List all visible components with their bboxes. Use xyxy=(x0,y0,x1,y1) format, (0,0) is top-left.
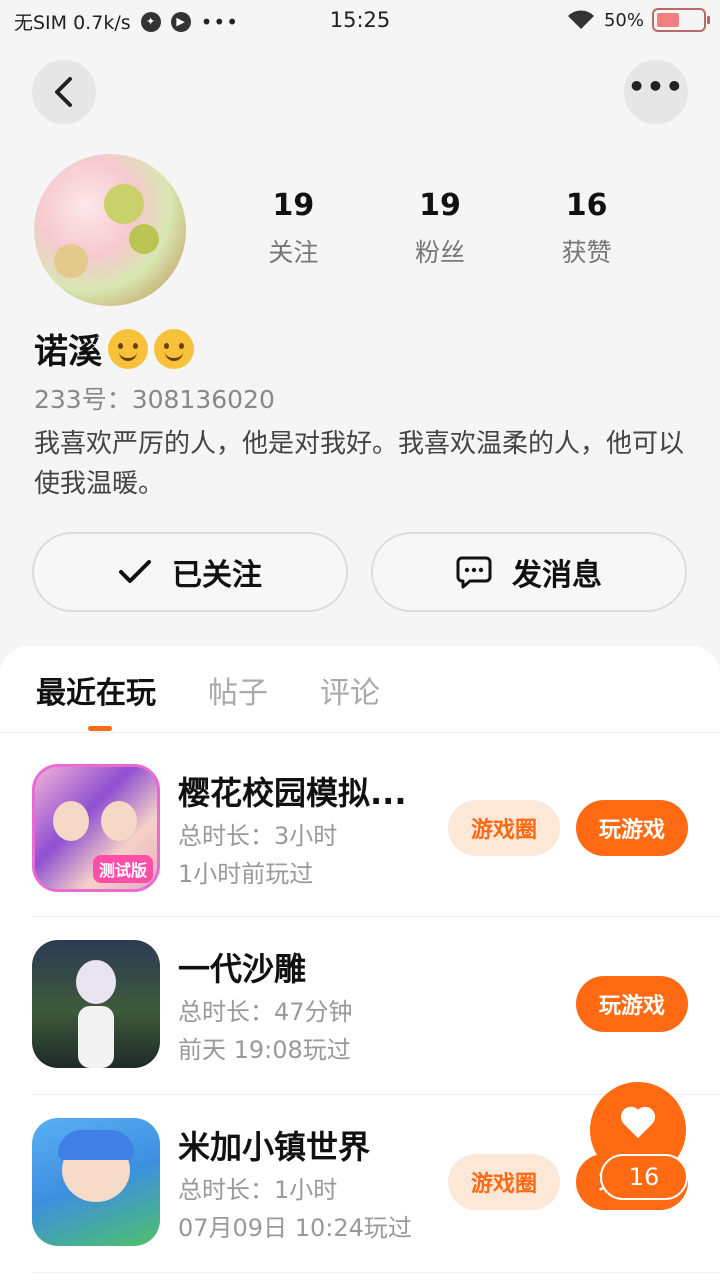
followers-label: 粉丝 xyxy=(415,238,466,267)
user-id: 233号：308136020 xyxy=(34,385,275,414)
icon-character xyxy=(101,801,137,841)
stat-likes[interactable]: 16 获赞 xyxy=(513,188,660,269)
icon-character-body xyxy=(78,1006,114,1068)
profile-stats: 19 关注 19 粉丝 16 获赞 xyxy=(220,188,660,269)
following-button[interactable]: 已关注 xyxy=(32,532,348,612)
battery-fill xyxy=(657,13,679,27)
game-title: 米加小镇世界 xyxy=(178,1128,371,1166)
message-button-label: 发消息 xyxy=(512,558,602,593)
tab-recently-played[interactable]: 最近在玩 xyxy=(36,668,156,716)
likes-label: 获赞 xyxy=(561,238,612,267)
tab-posts[interactable]: 帖子 xyxy=(208,668,268,716)
game-row[interactable]: 测试版 樱花校园模拟... 总时长：3小时 1小时前玩过 游戏圈 玩游戏 xyxy=(32,764,720,940)
icon-character-hair xyxy=(58,1130,134,1160)
game-last-played: 07月09日 10:24玩过 xyxy=(178,1214,412,1242)
avatar-decoration xyxy=(104,184,144,224)
game-last-played: 1小时前玩过 xyxy=(178,860,314,888)
active-tab-indicator xyxy=(88,726,112,731)
status-right: 50% xyxy=(566,8,710,32)
more-dots-icon: ••• xyxy=(627,70,685,103)
likes-count: 16 xyxy=(565,188,608,223)
chevron-left-icon xyxy=(55,77,72,107)
icon-character xyxy=(76,960,116,1004)
smiley-emoji-icon xyxy=(108,328,148,369)
play-game-button[interactable]: 玩游戏 xyxy=(576,976,688,1032)
followers-count: 19 xyxy=(419,188,461,223)
nickname: 诺溪 xyxy=(34,324,194,373)
following-count: 19 xyxy=(272,188,315,223)
back-button[interactable] xyxy=(32,60,96,124)
wifi-icon xyxy=(567,10,594,29)
following-button-label: 已关注 xyxy=(172,558,262,593)
stat-following[interactable]: 19 关注 xyxy=(220,188,367,269)
game-duration: 总时长：1小时 xyxy=(178,1176,338,1204)
game-icon[interactable]: 测试版 xyxy=(32,764,160,892)
chat-bubble-icon xyxy=(456,556,492,589)
game-icon[interactable] xyxy=(32,940,160,1068)
following-label: 关注 xyxy=(268,238,319,267)
avatar[interactable] xyxy=(34,154,186,306)
status-bar: 无SIM 0.7k/s ✦ ▶ ••• 15:25 50% xyxy=(0,0,720,44)
tab-comments[interactable]: 评论 xyxy=(320,668,380,716)
avatar-decoration xyxy=(54,244,88,278)
stat-followers[interactable]: 19 粉丝 xyxy=(367,188,514,269)
heart-icon xyxy=(620,1108,656,1140)
game-last-played: 前天 19:08玩过 xyxy=(178,1036,351,1064)
icon-character xyxy=(53,801,89,841)
smiling-eyes-emoji-icon xyxy=(154,328,194,369)
game-title: 樱花校园模拟... xyxy=(178,774,407,812)
row-divider xyxy=(32,916,720,917)
play-game-button[interactable]: 玩游戏 xyxy=(576,800,688,856)
game-circle-button[interactable]: 游戏圈 xyxy=(448,1154,560,1210)
game-circle-button[interactable]: 游戏圈 xyxy=(448,800,560,856)
more-button[interactable]: ••• xyxy=(624,60,688,124)
message-button[interactable]: 发消息 xyxy=(371,532,687,612)
avatar-decoration xyxy=(129,224,159,254)
like-count-badge[interactable]: 16 xyxy=(600,1154,688,1200)
user-bio: 我喜欢严厉的人，他是对我好。我喜欢温柔的人，他可以使我温暖。 xyxy=(34,429,685,499)
tab-divider xyxy=(0,732,720,733)
tab-bar: 最近在玩 帖子 评论 xyxy=(36,668,380,716)
battery-icon xyxy=(652,8,710,32)
row-divider xyxy=(32,1272,720,1273)
game-title: 一代沙雕 xyxy=(178,950,307,988)
game-icon[interactable] xyxy=(32,1118,160,1246)
beta-tag: 测试版 xyxy=(92,855,153,883)
game-duration: 总时长：3小时 xyxy=(178,822,338,850)
game-duration: 总时长：47分钟 xyxy=(178,998,353,1026)
nickname-text: 诺溪 xyxy=(34,332,102,372)
battery-percent: 50% xyxy=(603,9,644,31)
check-icon xyxy=(119,560,151,583)
